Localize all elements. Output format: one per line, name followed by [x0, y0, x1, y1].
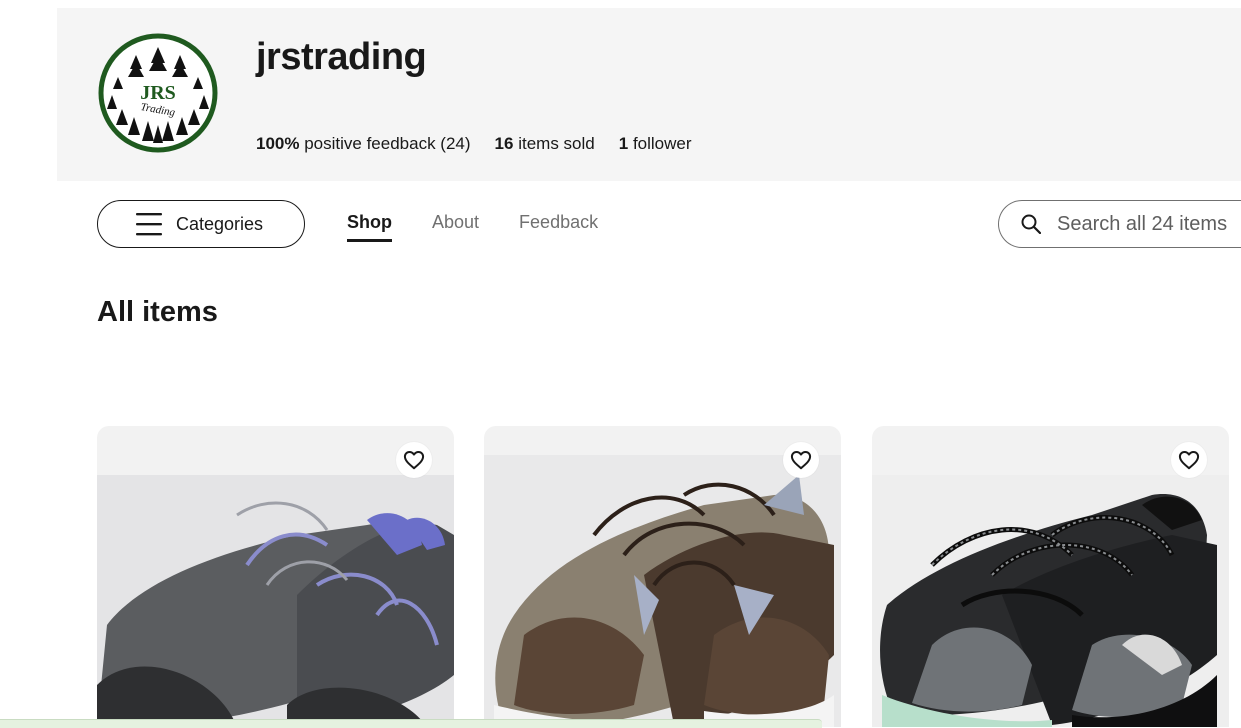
store-header: JRS Trading jrstrading 100% positive fee…: [57, 8, 1241, 181]
tab-shop[interactable]: Shop: [347, 212, 392, 242]
favorite-button[interactable]: [396, 442, 432, 478]
store-logo[interactable]: JRS Trading: [98, 33, 218, 153]
item-card[interactable]: [484, 426, 841, 727]
categories-label: Categories: [176, 213, 264, 234]
feedback-stat[interactable]: 100% positive feedback (24): [256, 134, 471, 154]
favorite-button[interactable]: [783, 442, 819, 478]
heart-icon: [1178, 451, 1200, 470]
item-card[interactable]: [872, 426, 1229, 727]
item-image[interactable]: [484, 455, 841, 727]
tab-feedback[interactable]: Feedback: [519, 212, 598, 242]
items-sold-stat: 16 items sold: [494, 134, 595, 153]
search-icon: [1021, 214, 1041, 234]
item-image[interactable]: [872, 475, 1229, 727]
heart-icon: [790, 451, 812, 470]
search-input[interactable]: Search all 24 items: [998, 200, 1241, 248]
search-placeholder: Search all 24 items: [1057, 212, 1228, 235]
svg-text:JRS: JRS: [140, 82, 176, 104]
item-image[interactable]: [97, 475, 454, 727]
followers-stat[interactable]: 1 follower: [619, 134, 692, 154]
favorite-button[interactable]: [1171, 442, 1207, 478]
page-title: All items: [97, 296, 218, 328]
categories-button[interactable]: Categories: [97, 200, 305, 248]
heart-icon: [403, 451, 425, 470]
menu-icon: [136, 213, 162, 236]
store-name: jrstrading: [256, 36, 427, 78]
item-card[interactable]: [97, 426, 454, 727]
store-tabs: Shop About Feedback: [347, 212, 598, 242]
store-stats: 100% positive feedback (24) 16 items sol…: [256, 134, 692, 154]
tab-about[interactable]: About: [432, 212, 479, 242]
